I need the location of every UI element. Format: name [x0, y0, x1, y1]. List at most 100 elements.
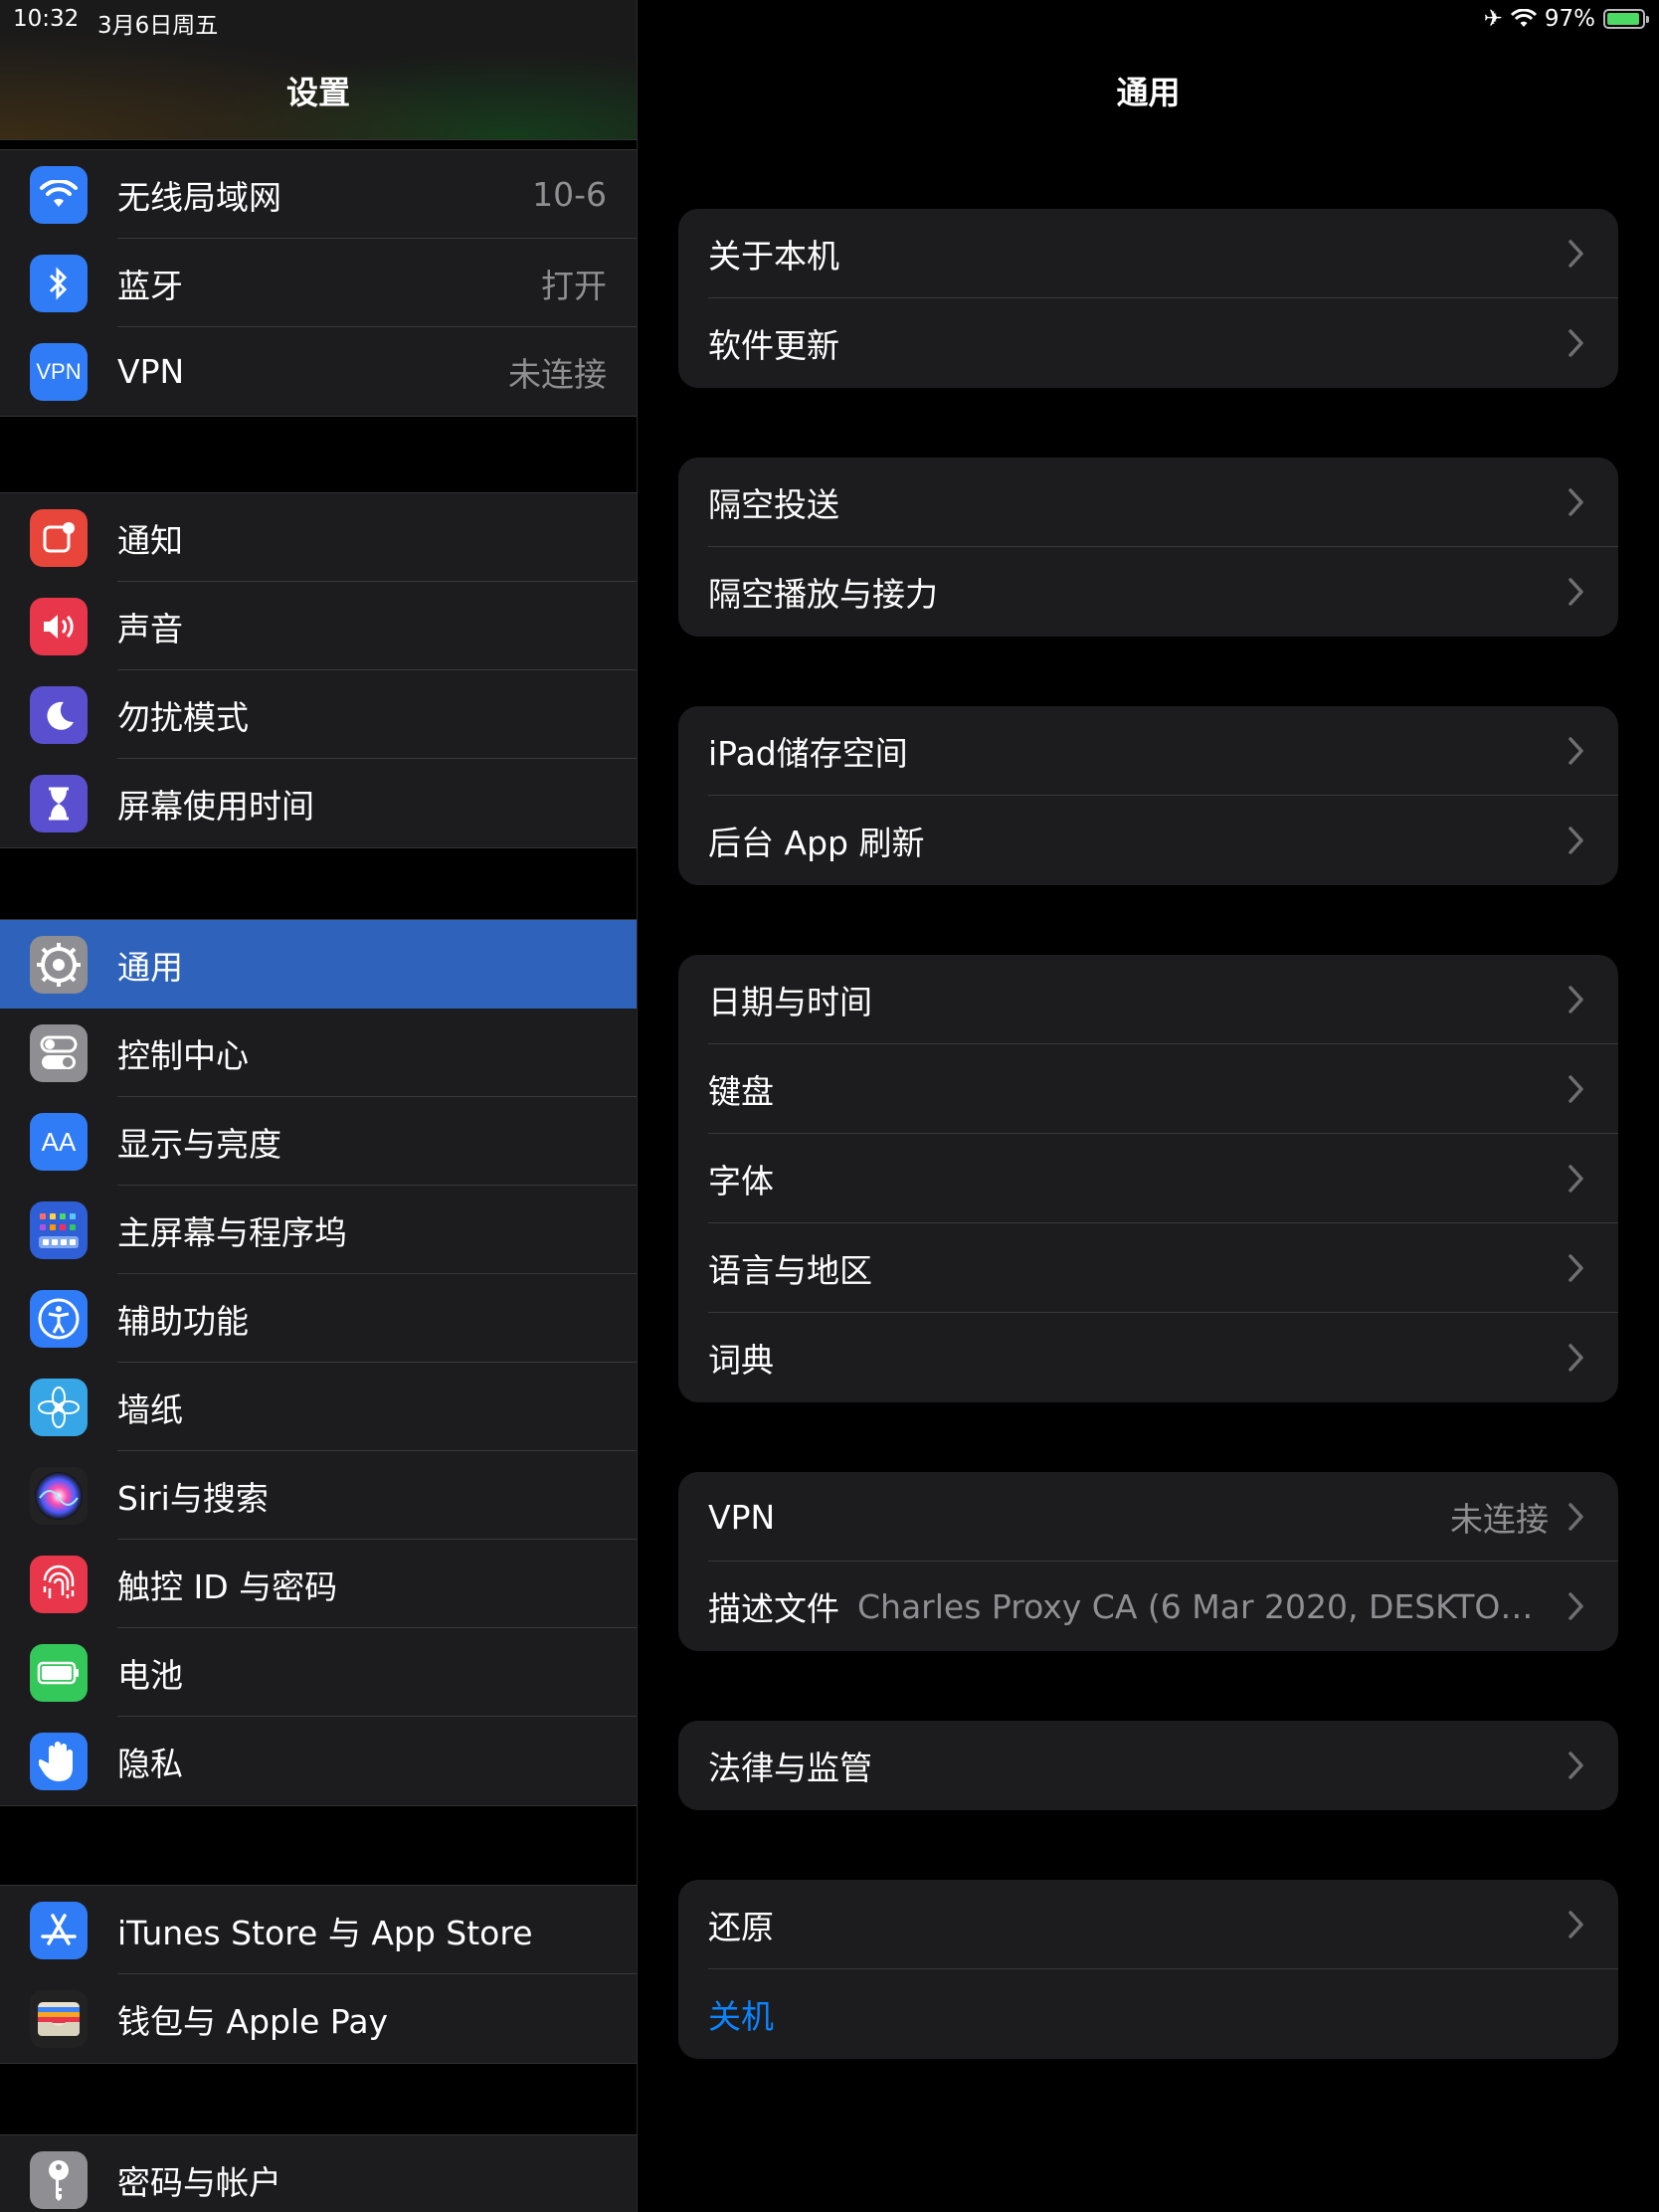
gear-icon [30, 936, 88, 994]
settings-row[interactable]: 词典 [678, 1313, 1618, 1402]
settings-row[interactable]: 日期与时间 [678, 955, 1618, 1044]
row-label: iPad储存空间 [708, 734, 908, 773]
settings-row[interactable]: 键盘 [678, 1044, 1618, 1134]
sidebar-item-speaker[interactable]: 声音 [0, 582, 637, 670]
sidebar-item-label: 通用 [117, 947, 183, 987]
row-label: 法律与监管 [708, 1749, 872, 1787]
sidebar-item-label: 电池 [117, 1655, 183, 1695]
sidebar-item-hand[interactable]: 隐私 [0, 1717, 637, 1805]
chevron-right-icon [1563, 237, 1588, 271]
speaker-icon [30, 598, 88, 655]
chevron-right-icon [1563, 1500, 1588, 1534]
row-label: 隔空播放与接力 [708, 575, 938, 614]
hourglass-icon [30, 775, 88, 832]
sidebar-group: 通知声音勿扰模式 屏幕使用时间 [0, 492, 637, 848]
sidebar-item-label: 钱包与 Apple Pay [117, 2001, 389, 2041]
settings-card: 还原 关机 [678, 1880, 1618, 2059]
row-value: Charles Proxy CA (6 Mar 2020, DESKTOP-0.… [857, 1586, 1549, 1626]
settings-row[interactable]: 语言与地区 [678, 1223, 1618, 1313]
sidebar-item-fingerprint[interactable]: 触控 ID 与密码 [0, 1540, 637, 1628]
sidebar-group: 通用控制中心 AA 显示与亮度主屏幕与程序坞 辅助功能墙纸 Siri与搜索触控 ID 与… [0, 919, 637, 1806]
chevron-right-icon [1563, 734, 1588, 768]
sidebar-item-text-size[interactable]: AA 显示与亮度 [0, 1097, 637, 1186]
battery-percent: 97% [1544, 6, 1595, 32]
settings-row[interactable]: 后台 App 刷新 [678, 796, 1618, 885]
sidebar-item-label: 蓝牙 [117, 266, 183, 305]
settings-row[interactable]: 隔空投送 [678, 458, 1618, 547]
sidebar-item-label: 显示与亮度 [117, 1124, 281, 1164]
settings-row[interactable]: VPN 未连接 [678, 1472, 1618, 1562]
chevron-right-icon [1563, 1162, 1588, 1196]
key-icon [30, 2151, 88, 2209]
fingerprint-icon [30, 1556, 88, 1613]
settings-row[interactable]: 关机 [678, 1969, 1618, 2059]
chevron-right-icon [1563, 1749, 1588, 1782]
settings-card: VPN 未连接 描述文件 Charles Proxy CA (6 Mar 2020, … [678, 1472, 1618, 1651]
row-label: 还原 [708, 1908, 774, 1946]
settings-row[interactable]: 软件更新 [678, 298, 1618, 388]
sidebar-item-vpn[interactable]: VPN VPN 未连接 [0, 327, 637, 416]
flower-icon [30, 1379, 88, 1436]
settings-row[interactable]: 字体 [678, 1134, 1618, 1223]
chevron-right-icon [1563, 983, 1588, 1016]
shutdown-button[interactable]: 关机 [708, 1990, 774, 2038]
row-label: 软件更新 [708, 326, 839, 365]
chevron-right-icon [1563, 1908, 1588, 1941]
sidebar-item-label: 声音 [117, 609, 183, 648]
sidebar-item-key[interactable]: 密码与帐户 [0, 2135, 637, 2212]
sidebar-item-hourglass[interactable]: 屏幕使用时间 [0, 759, 637, 847]
settings-card: iPad储存空间 后台 App 刷新 [678, 706, 1618, 885]
battery-status-icon [1603, 9, 1649, 29]
sidebar-item-wallet[interactable]: 钱包与 Apple Pay [0, 1974, 637, 2063]
sidebar-title: 设置 [285, 74, 350, 111]
settings-row[interactable]: 还原 [678, 1880, 1618, 1969]
hand-icon [30, 1733, 88, 1790]
settings-row[interactable]: 隔空播放与接力 [678, 547, 1618, 637]
sidebar-item-notifications[interactable]: 通知 [0, 493, 637, 582]
battery-icon [30, 1644, 88, 1702]
sidebar-item-flower[interactable]: 墙纸 [0, 1363, 637, 1451]
sidebar-item-toggles[interactable]: 控制中心 [0, 1009, 637, 1097]
settings-row[interactable]: 法律与监管 [678, 1721, 1618, 1810]
row-label: 日期与时间 [708, 983, 872, 1021]
sidebar-item-accessibility[interactable]: 辅助功能 [0, 1274, 637, 1363]
siri-icon [30, 1467, 88, 1525]
sidebar-item-value: 打开 [541, 266, 607, 305]
sidebar-item-siri[interactable]: Siri与搜索 [0, 1451, 637, 1540]
sidebar-item-value: 10-6 [532, 175, 607, 214]
home-grid-icon [30, 1201, 88, 1259]
sidebar-item-value: 未连接 [508, 354, 607, 394]
moon-icon [30, 686, 88, 744]
sidebar-item-bluetooth[interactable]: 蓝牙 打开 [0, 239, 637, 327]
row-label: 后台 App 刷新 [708, 824, 925, 862]
app-store-icon [30, 1902, 88, 1959]
sidebar-item-gear[interactable]: 通用 [0, 920, 637, 1009]
sidebar-item-home-grid[interactable]: 主屏幕与程序坞 [0, 1186, 637, 1274]
sidebar-item-app-store[interactable]: iTunes Store 与 App Store [0, 1886, 637, 1974]
chevron-right-icon [1563, 1341, 1588, 1375]
detail-title: 通用 [1116, 74, 1181, 111]
chevron-right-icon [1563, 1251, 1588, 1285]
sidebar-group: iTunes Store 与 App Store 钱包与 Apple Pay [0, 1885, 637, 2064]
chevron-right-icon [1563, 1072, 1588, 1106]
sidebar-item-label: 辅助功能 [117, 1301, 249, 1341]
bluetooth-icon [30, 255, 88, 312]
sidebar-item-wifi[interactable]: 无线局域网 10-6 [0, 150, 637, 239]
settings-card: 关于本机 软件更新 [678, 209, 1618, 388]
sidebar-item-label: Siri与搜索 [117, 1478, 269, 1518]
sidebar-item-battery[interactable]: 电池 [0, 1628, 637, 1717]
split-divider [637, 0, 638, 2212]
row-label: 关于本机 [708, 237, 839, 276]
settings-card: 日期与时间键盘 字体 语言与地区 词典 [678, 955, 1618, 1402]
wifi-icon [30, 166, 88, 224]
status-date: 3月6日周五 [97, 13, 219, 39]
settings-row[interactable]: 描述文件 Charles Proxy CA (6 Mar 2020, DESKTO… [678, 1562, 1618, 1651]
vpn-icon: VPN [30, 343, 88, 401]
row-label: 隔空投送 [708, 485, 839, 524]
sidebar-item-label: 主屏幕与程序坞 [117, 1212, 347, 1252]
sidebar-item-label: 无线局域网 [117, 177, 281, 217]
settings-row[interactable]: 关于本机 [678, 209, 1618, 298]
settings-row[interactable]: iPad储存空间 [678, 706, 1618, 796]
sidebar-item-label: VPN [117, 352, 185, 391]
sidebar-item-moon[interactable]: 勿扰模式 [0, 670, 637, 759]
